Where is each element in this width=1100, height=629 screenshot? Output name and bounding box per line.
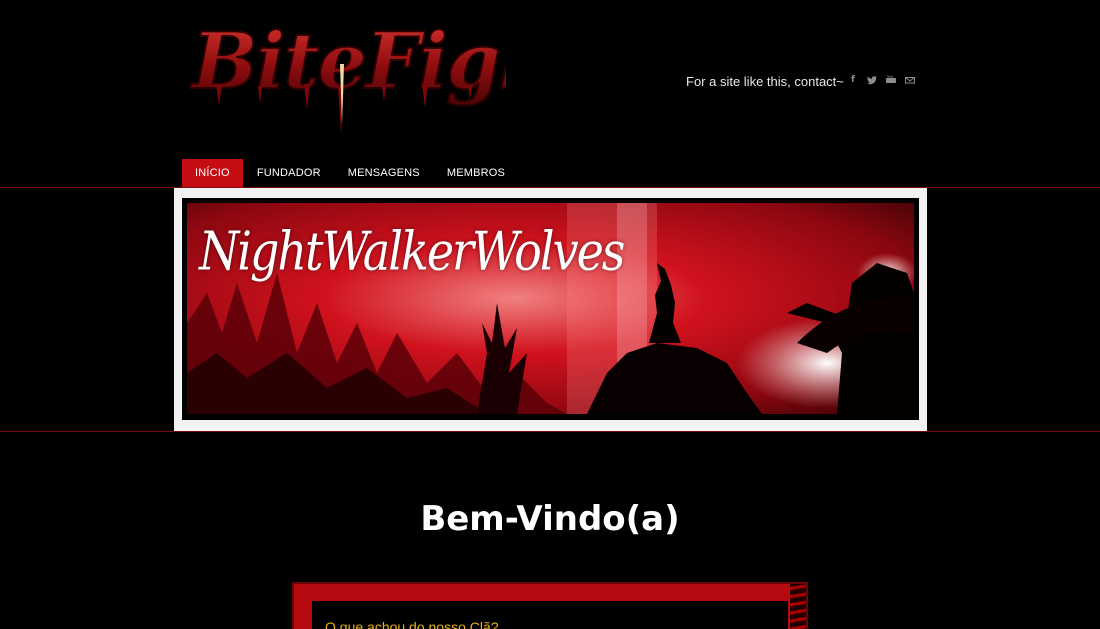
twitter-icon[interactable] <box>867 74 877 86</box>
banner-inner: NightWalkerWolves <box>182 198 919 420</box>
facebook-icon[interactable]: f <box>848 74 858 86</box>
main-nav: INÍCIO FUNDADOR MENSAGENS MEMBROS <box>182 159 519 187</box>
poll-box-edge <box>790 584 806 629</box>
svg-text:You: You <box>886 75 893 79</box>
mail-icon[interactable] <box>905 74 915 86</box>
banner-divider <box>0 431 1100 432</box>
welcome-heading: Bem-Vindo(a) <box>420 499 680 539</box>
poll-inner: O que achou do nosso Clã? <box>312 601 788 629</box>
poll-box: O que achou do nosso Clã? <box>292 582 808 629</box>
banner: NightWalkerWolves <box>174 188 927 431</box>
poll-question: O que achou do nosso Clã? <box>325 619 499 629</box>
social-links: f You <box>848 73 915 87</box>
site-logo[interactable]: BiteFight <box>186 14 506 134</box>
banner-title: NightWalkerWolves <box>199 220 625 283</box>
nav-item-mensagens[interactable]: MENSAGENS <box>335 159 433 187</box>
contact-text: For a site like this, contact~ <box>686 73 844 89</box>
nav-item-fundador[interactable]: FUNDADOR <box>244 159 334 187</box>
logo-text: BiteFight <box>190 16 506 107</box>
nav-item-inicio[interactable]: INÍCIO <box>182 159 243 187</box>
youtube-icon[interactable]: You <box>886 74 896 86</box>
page: BiteFight For a site like this, contact~… <box>0 0 1100 629</box>
nav-item-membros[interactable]: MEMBROS <box>434 159 518 187</box>
